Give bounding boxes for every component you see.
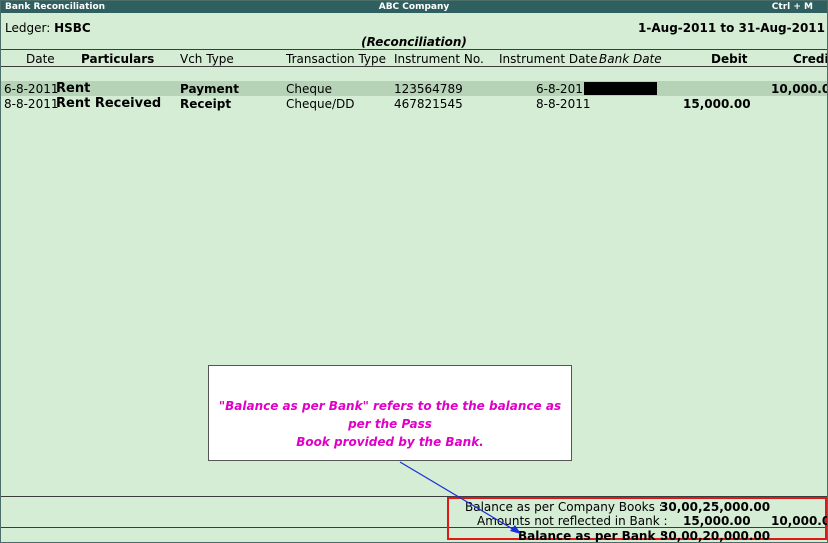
bank-date-input[interactable] bbox=[584, 82, 657, 95]
ledger-info: Ledger: HSBC bbox=[5, 21, 91, 35]
row-vch-type: Receipt bbox=[180, 97, 232, 111]
header-divider-top bbox=[1, 49, 827, 50]
row-instrument-date: 6-8-2011 bbox=[536, 82, 591, 96]
col-vch-type: Vch Type bbox=[180, 52, 234, 66]
callout-text: "Balance as per Bank" refers to the the … bbox=[209, 397, 571, 451]
col-bank-date: Bank Date bbox=[599, 52, 662, 66]
row-particulars: Rent Received bbox=[56, 96, 162, 111]
row-credit: 10,000.00 bbox=[771, 82, 827, 96]
col-instrument-no: Instrument No. bbox=[394, 52, 484, 66]
col-particulars: Particulars bbox=[81, 52, 155, 66]
company-books-value: 30,00,25,000.00 bbox=[660, 500, 771, 514]
row-date: 8-8-2011 bbox=[4, 97, 59, 111]
title-bar: Bank Reconciliation ABC Company Ctrl + M bbox=[1, 1, 827, 13]
table-row[interactable]: 6-8-2011 Rent Payment Cheque 123564789 6… bbox=[1, 81, 827, 96]
company-name: ABC Company bbox=[378, 2, 450, 12]
not-reflected-debit: 15,000.00 bbox=[683, 514, 751, 528]
not-reflected-label: Amounts not reflected in Bank : bbox=[477, 514, 668, 528]
bank-balance-value: 30,00,20,000.00 bbox=[660, 529, 771, 543]
row-transaction-type: Cheque/DD bbox=[286, 97, 355, 111]
callout-line-2: Book provided by the Bank. bbox=[296, 435, 484, 449]
company-books-label: Balance as per Company Books : bbox=[465, 500, 663, 514]
col-transaction-type: Transaction Type bbox=[286, 52, 387, 66]
row-instrument-no: 467821545 bbox=[394, 97, 463, 111]
row-date: 6-8-2011 bbox=[4, 82, 59, 96]
col-instrument-date: Instrument Date bbox=[499, 52, 598, 66]
col-debit: Debit bbox=[711, 52, 748, 66]
shortcut-hint: Ctrl + M bbox=[771, 2, 813, 12]
row-transaction-type: Cheque bbox=[286, 82, 332, 96]
bank-balance-label: Balance as per Bank : bbox=[518, 529, 665, 543]
bank-reconciliation-window: Bank Reconciliation ABC Company Ctrl + M… bbox=[0, 0, 828, 543]
row-instrument-date: 8-8-2011 bbox=[536, 97, 591, 111]
info-callout: "Balance as per Bank" refers to the the … bbox=[208, 365, 572, 461]
ledger-label: Ledger: bbox=[5, 21, 51, 35]
header-divider-bottom bbox=[1, 66, 827, 67]
callout-line-1: "Balance as per Bank" refers to the the … bbox=[218, 399, 562, 431]
not-reflected-credit: 10,000.00 bbox=[771, 514, 827, 528]
table-row[interactable]: 8-8-2011 Rent Received Receipt Cheque/DD… bbox=[1, 96, 827, 111]
ledger-name[interactable]: HSBC bbox=[54, 21, 91, 35]
row-instrument-no: 123564789 bbox=[394, 82, 463, 96]
col-date: Date bbox=[26, 52, 55, 66]
report-subtitle: (Reconciliation) bbox=[361, 35, 467, 49]
col-credit: Credit bbox=[793, 52, 827, 66]
row-debit: 15,000.00 bbox=[683, 97, 751, 111]
period-range[interactable]: 1-Aug-2011 to 31-Aug-2011 bbox=[638, 21, 825, 35]
row-particulars: Rent bbox=[56, 81, 91, 96]
row-vch-type: Payment bbox=[180, 82, 239, 96]
